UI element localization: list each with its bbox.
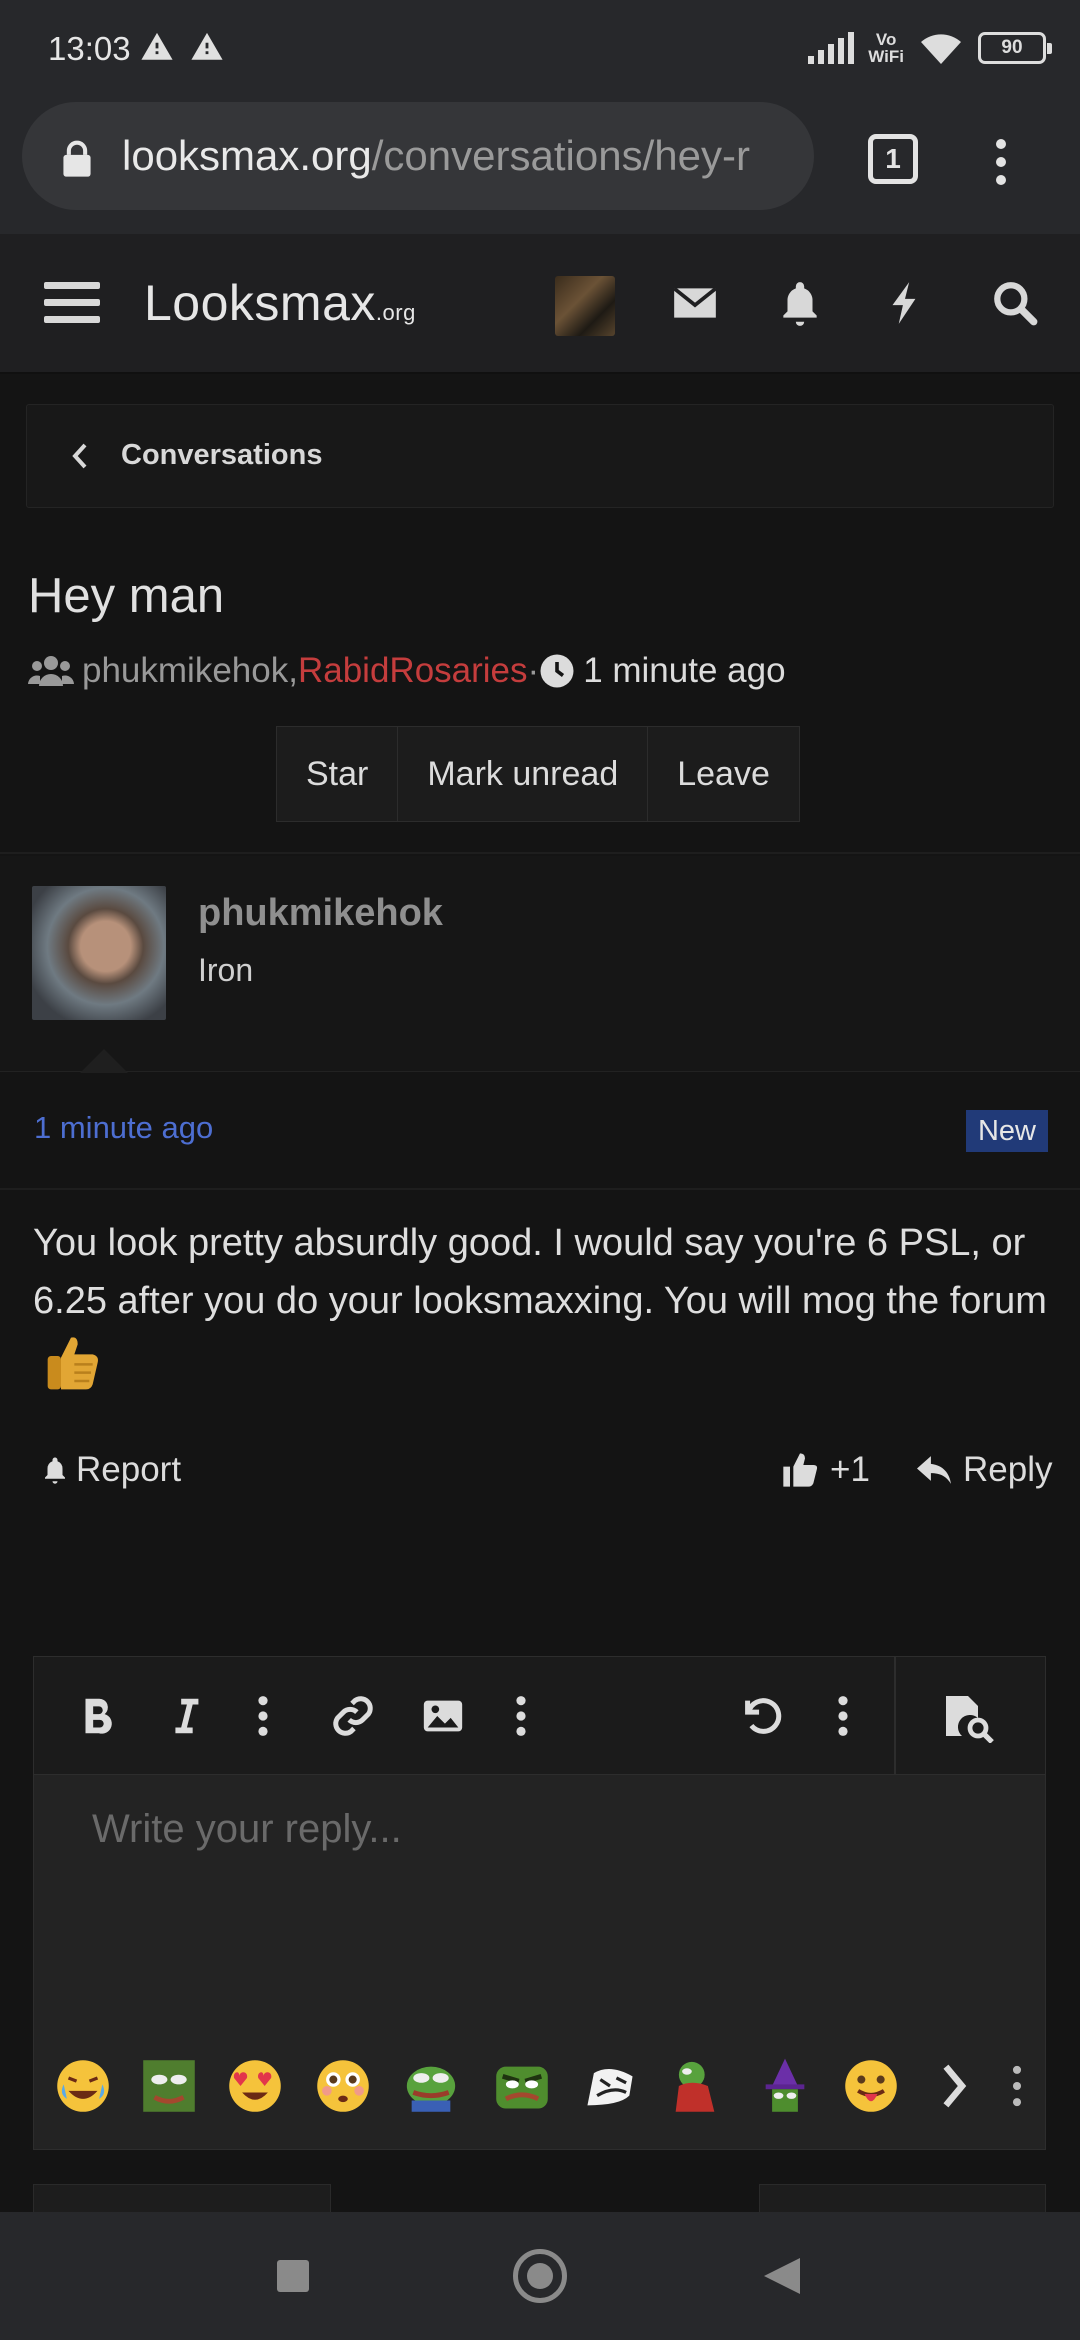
conversation-time: 1 minute ago — [583, 651, 786, 690]
heart-eyes-emoji[interactable] — [226, 2057, 284, 2115]
wizard-emoji[interactable] — [756, 2057, 814, 2115]
users-icon — [28, 656, 74, 686]
battery-indicator: 90 — [978, 32, 1052, 64]
editor-bottom-buttons — [33, 2184, 1046, 2212]
preview-icon[interactable] — [942, 1693, 998, 1743]
tongue-emoji[interactable] — [842, 2057, 900, 2115]
pepe-mad-emoji[interactable] — [138, 2057, 200, 2115]
site-logo[interactable]: Looksmax.org — [144, 274, 416, 332]
more-icon[interactable] — [1002, 2057, 1032, 2115]
divider — [0, 852, 1080, 854]
message-avatar[interactable] — [32, 886, 166, 1020]
pepe-emoji[interactable] — [402, 2057, 460, 2115]
like-button[interactable]: +1 — [780, 1450, 870, 1490]
editor-bottom-button[interactable] — [759, 2184, 1046, 2212]
pepe-angry-emoji[interactable] — [490, 2057, 554, 2115]
site-header: Looksmax.org — [0, 234, 1080, 374]
chevron-left-icon — [72, 443, 87, 469]
address-bar[interactable]: looksmax.org/conversations/hey-r — [22, 102, 814, 210]
message-body: You look pretty absurdly good. I would s… — [33, 1214, 1053, 1391]
warning-icon — [141, 32, 173, 60]
android-nav-bar — [0, 2212, 1080, 2340]
editor-bottom-button[interactable] — [33, 2184, 331, 2212]
lock-icon — [63, 140, 91, 177]
tab-switcher-button[interactable]: 1 — [868, 134, 918, 184]
editor-toolbar — [34, 1657, 1045, 1775]
pepe-red-emoji[interactable] — [666, 2057, 724, 2115]
status-bar: 13:03 Vo WiFi 90 — [0, 0, 1080, 96]
url-text: looksmax.org/conversations/hey-r — [122, 132, 750, 179]
toolbar-separator — [894, 1657, 896, 1775]
user-avatar[interactable] — [555, 276, 615, 336]
reply-button[interactable]: Reply — [915, 1450, 1052, 1490]
message-username[interactable]: phukmikehok — [198, 892, 443, 935]
new-badge: New — [966, 1110, 1048, 1152]
clock-icon — [540, 654, 574, 688]
joy-emoji[interactable] — [54, 2057, 112, 2115]
lightning-icon[interactable] — [880, 278, 930, 328]
reply-icon — [917, 1456, 951, 1484]
emoji-bar — [34, 2049, 1045, 2125]
more-icon[interactable] — [820, 1693, 866, 1739]
undo-icon[interactable] — [738, 1693, 784, 1739]
flushed-emoji[interactable] — [314, 2057, 372, 2115]
vowifi-indicator: Vo WiFi — [868, 30, 904, 66]
leave-button[interactable]: Leave — [648, 727, 799, 821]
recents-button[interactable] — [277, 2260, 309, 2292]
participant-link[interactable]: phukmikehok — [82, 651, 288, 691]
message-footer: Report +1 Reply — [40, 1446, 1052, 1496]
envelope-icon[interactable] — [670, 278, 720, 328]
browser-menu-icon[interactable] — [986, 132, 1016, 192]
star-button[interactable]: Star — [277, 727, 399, 821]
user-block-arrow — [80, 1049, 128, 1073]
search-icon[interactable] — [990, 278, 1040, 328]
warning-icon — [191, 32, 223, 60]
chevron-right-icon[interactable] — [934, 2057, 974, 2115]
browser-toolbar: looksmax.org/conversations/hey-r 1 — [0, 96, 1080, 234]
conversation-actions: Star Mark unread Leave — [276, 726, 800, 822]
message-user-block: phukmikehok Iron — [0, 856, 1080, 1072]
message-time[interactable]: 1 minute ago — [34, 1110, 213, 1146]
mark-unread-button[interactable]: Mark unread — [398, 727, 649, 821]
participant-link[interactable]: RabidRosaries — [298, 651, 528, 691]
message-user-rank: Iron — [198, 952, 254, 988]
conversation-title: Hey man — [28, 569, 225, 623]
divider — [0, 1188, 1080, 1190]
conversation-meta: phukmikehok, RabidRosaries · 1 minute ag… — [28, 648, 786, 694]
breadcrumb[interactable]: Conversations — [26, 404, 1054, 508]
thumbs-up-emoji — [47, 1337, 98, 1390]
wifi-icon — [921, 34, 961, 64]
reply-editor: Write your reply... — [33, 1656, 1046, 2150]
more-icon[interactable] — [498, 1693, 544, 1739]
italic-icon[interactable] — [162, 1693, 208, 1739]
reply-input[interactable]: Write your reply... — [92, 1807, 402, 1852]
report-button[interactable]: Report — [40, 1450, 181, 1490]
image-icon[interactable] — [420, 1693, 466, 1739]
bell-icon[interactable] — [775, 278, 825, 328]
home-button[interactable] — [513, 2249, 567, 2303]
meme-face-emoji[interactable] — [578, 2057, 642, 2115]
bell-icon — [45, 1457, 65, 1484]
bold-icon[interactable] — [74, 1693, 120, 1739]
hamburger-menu-icon[interactable] — [44, 278, 100, 328]
thumbs-up-icon — [783, 1453, 818, 1487]
status-time: 13:03 — [48, 30, 131, 67]
breadcrumb-label: Conversations — [121, 439, 323, 471]
more-icon[interactable] — [240, 1693, 286, 1739]
link-icon[interactable] — [330, 1693, 376, 1739]
signal-icon — [808, 32, 855, 64]
back-button[interactable] — [764, 2258, 800, 2294]
like-count: +1 — [830, 1450, 870, 1489]
